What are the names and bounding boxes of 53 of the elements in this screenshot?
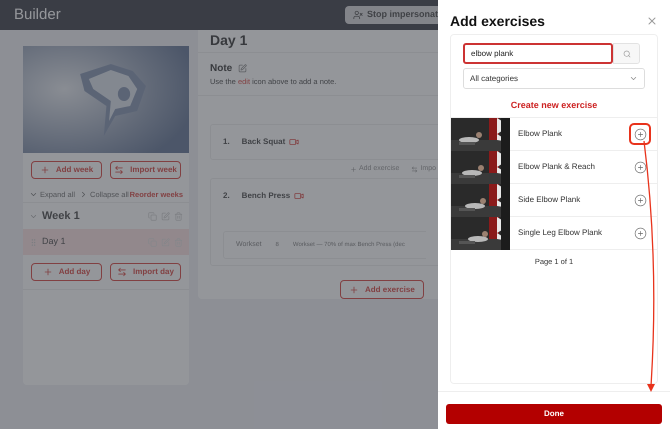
- week-label: Week 1: [42, 208, 80, 224]
- exercise-name: Elbow Plank: [518, 128, 564, 140]
- add-icon[interactable]: [634, 226, 646, 240]
- exercise-result-row[interactable]: Elbow Plank: [451, 118, 657, 151]
- add-exercise-button[interactable]: Add exercise: [340, 280, 424, 300]
- exercise-number: 2.: [223, 190, 230, 202]
- done-button[interactable]: Done: [446, 404, 662, 424]
- chevron-down-icon: [29, 190, 38, 199]
- add-icon[interactable]: [634, 160, 646, 174]
- exercise-name: Bench Press: [242, 190, 290, 202]
- plus-icon: [349, 284, 359, 295]
- user-off-icon: [352, 10, 363, 20]
- add-icon[interactable]: [634, 128, 646, 140]
- swap-icon: [117, 267, 128, 277]
- import-week-button[interactable]: Import week: [110, 161, 181, 179]
- video-icon[interactable]: [294, 191, 304, 202]
- category-dropdown[interactable]: All categories: [463, 68, 645, 89]
- note-title: Note: [210, 62, 232, 76]
- plus-icon: [40, 165, 50, 175]
- exercise-name: Elbow Plank & Reach: [518, 161, 596, 173]
- add-week-button[interactable]: Add week: [31, 161, 102, 179]
- create-exercise-link[interactable]: Create new exercise: [510, 95, 598, 117]
- search-field[interactable]: elbow plank: [463, 43, 613, 64]
- exercise-result-row[interactable]: Side Elbow Plank: [451, 184, 657, 217]
- add-icon[interactable]: [634, 194, 646, 206]
- exercise-result-row[interactable]: Single Leg Elbow Plank: [451, 217, 657, 250]
- swap-icon: [114, 165, 124, 175]
- stop-impersonating-button[interactable]: Stop impersonat: [344, 6, 438, 24]
- week-row[interactable]: Week 1: [23, 203, 189, 229]
- search-button[interactable]: [613, 43, 640, 64]
- day-label: Day 1: [42, 235, 66, 248]
- day-title: Day 1: [210, 31, 248, 50]
- import-day-button[interactable]: Import day: [110, 263, 181, 281]
- exercise-number: 1.: [223, 136, 230, 148]
- chevron-down-icon: [629, 74, 638, 83]
- plus-icon: [350, 166, 357, 173]
- exercise-name: Side Elbow Plank: [518, 194, 582, 206]
- exercise-result-row[interactable]: Elbow Plank & Reach: [451, 151, 657, 184]
- video-icon[interactable]: [289, 137, 300, 148]
- close-icon[interactable]: [646, 15, 658, 27]
- edit-icon[interactable]: [161, 212, 170, 220]
- exercise-name: Back Squat: [242, 136, 286, 148]
- day-row[interactable]: Day 1: [23, 229, 189, 255]
- app-title: Builder: [14, 4, 61, 25]
- exercise-name: Single Leg Elbow Plank: [518, 227, 604, 239]
- copy-icon[interactable]: [148, 212, 157, 220]
- swap-icon: [411, 166, 418, 173]
- search-icon: [622, 50, 630, 58]
- edit-icon[interactable]: [238, 64, 248, 73]
- plus-icon: [42, 267, 53, 277]
- drawer-title: Add exercises: [450, 12, 545, 30]
- trash-icon[interactable]: [174, 212, 183, 220]
- add-day-button[interactable]: Add day: [31, 263, 102, 281]
